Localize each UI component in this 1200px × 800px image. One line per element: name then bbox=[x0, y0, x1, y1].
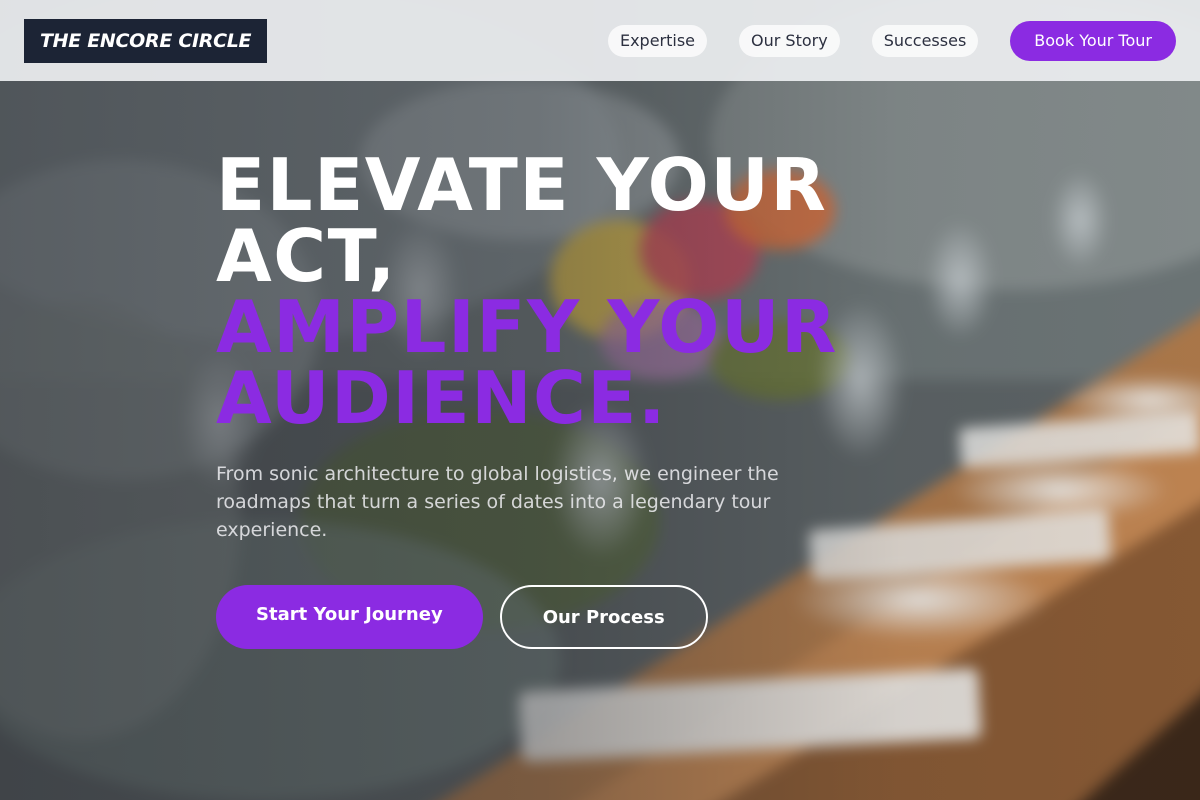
nav-links: Expertise Our Story Successes bbox=[607, 24, 979, 57]
nav-link-expertise[interactable]: Expertise bbox=[607, 24, 708, 57]
headline-line-1: ELEVATE YOUR bbox=[216, 143, 828, 227]
hero-button-row: Start Your Journey Our Process bbox=[216, 585, 856, 649]
top-navbar: THE ENCORE CIRCLE Expertise Our Story Su… bbox=[0, 0, 1200, 81]
headline-line-2: ACT, bbox=[216, 214, 397, 298]
hero-section: ELEVATE YOUR ACT, AMPLIFY YOUR AUDIENCE.… bbox=[216, 143, 856, 649]
book-tour-button[interactable]: Book Your Tour bbox=[1010, 20, 1176, 61]
nav-link-successes[interactable]: Successes bbox=[871, 24, 979, 57]
nav-link-our-story[interactable]: Our Story bbox=[739, 24, 840, 57]
our-process-button[interactable]: Our Process bbox=[499, 585, 708, 649]
headline-accent-line-2: AUDIENCE. bbox=[216, 356, 667, 440]
headline-accent-line-1: AMPLIFY YOUR bbox=[216, 285, 838, 369]
start-journey-button[interactable]: Start Your Journey bbox=[216, 585, 483, 649]
hero-headline: ELEVATE YOUR ACT, AMPLIFY YOUR AUDIENCE. bbox=[216, 143, 856, 440]
hero-description: From sonic architecture to global logist… bbox=[216, 463, 779, 541]
brand-logo[interactable]: THE ENCORE CIRCLE bbox=[24, 18, 268, 63]
